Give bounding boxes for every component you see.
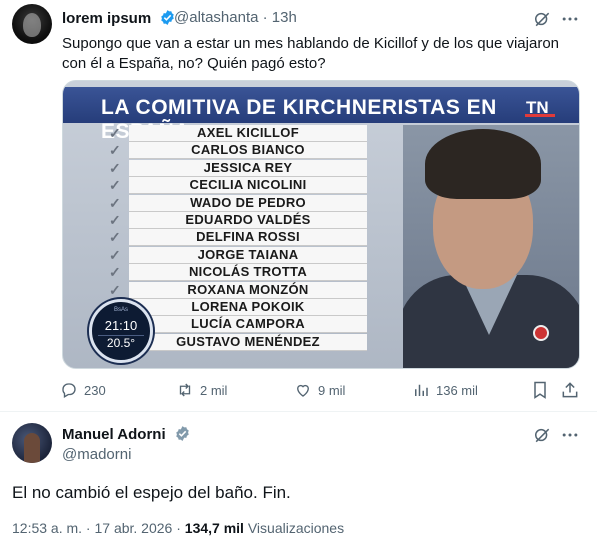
- clock-temperature: 20.5°: [98, 335, 144, 350]
- like-count: 9 mil: [318, 382, 346, 398]
- avatar-face: [23, 13, 41, 37]
- check-icon: ✓: [108, 177, 122, 194]
- views-icon: [415, 384, 428, 396]
- avatar-figure: [24, 433, 40, 463]
- name-text: ROXANA MONZÓN: [187, 281, 309, 297]
- name-row: ✓ AXEL KICILLOF: [109, 125, 367, 142]
- reply-author-name[interactable]: Manuel Adorni: [62, 425, 191, 443]
- retweet-button[interactable]: 2 mil: [176, 381, 227, 399]
- author-avatar[interactable]: [12, 4, 52, 44]
- tweet-time[interactable]: 13h: [272, 9, 297, 26]
- name-row: ✓ EDUARDO VALDÉS: [109, 212, 367, 229]
- name-text: JORGE TAIANA: [197, 246, 299, 262]
- tweet-media[interactable]: LA COMITIVA DE KIRCHNERISTAS EN ESPAÑA T…: [62, 80, 580, 369]
- name-text: LORENA POKOIK: [191, 299, 305, 314]
- person-photo: [403, 125, 579, 368]
- reply-author-handle[interactable]: @madorni: [62, 446, 131, 463]
- name-text: GUSTAVO MENÉNDEZ: [176, 333, 320, 349]
- clock-time: 21:10: [104, 318, 138, 333]
- name-row: ✓ ROXANA MONZÓN: [109, 281, 367, 299]
- check-icon: ✓: [108, 194, 122, 211]
- reply-meta: 12:53 a. m. · 17 abr. 2026 · 134,7 mil V…: [12, 520, 344, 536]
- like-button[interactable]: 9 mil: [294, 381, 345, 399]
- check-icon: ✓: [108, 229, 122, 246]
- name-text: NICOLÁS TROTTA: [188, 264, 308, 280]
- name-row: ✓GUSTAVO MENÉNDEZ: [109, 333, 367, 351]
- name-text: LUCÍA CAMPORA: [191, 316, 305, 332]
- reply-button[interactable]: 230: [60, 381, 106, 399]
- more-icon[interactable]: [560, 425, 580, 445]
- verified-badge-icon: [176, 426, 189, 441]
- tv-clock: BsAs 21:10 20.5°: [89, 299, 153, 363]
- reply-views-label: Visualizaciones: [243, 520, 345, 536]
- retweet-count: 2 mil: [200, 382, 228, 398]
- views-count: 136 mil: [436, 382, 478, 398]
- like-icon: [297, 384, 309, 397]
- grok-icon[interactable]: [532, 9, 552, 29]
- views-button[interactable]: 136 mil: [412, 381, 478, 399]
- check-icon: ✓: [108, 142, 122, 159]
- author-handle[interactable]: @altashanta · 13h: [174, 9, 297, 26]
- name-row: ✓ JORGE TAIANA: [109, 246, 367, 264]
- reply-text: El no cambió el espejo del baño. Fin.: [12, 483, 291, 502]
- tweet-divider: [0, 411, 597, 412]
- clock-location: BsAs: [113, 307, 128, 313]
- name-text: AXEL KICILLOF: [197, 125, 299, 140]
- name-row: ✓LORENA POKOIK: [109, 299, 367, 316]
- lapel-pin: [533, 325, 549, 341]
- reply-views-count: 134,7 mil: [184, 520, 244, 536]
- name-row: ✓ CECILIA NICOLINI: [109, 177, 367, 195]
- retweet-icon: [179, 383, 191, 397]
- name-text: CECILIA NICOLINI: [189, 177, 307, 193]
- media-banner: LA COMITIVA DE KIRCHNERISTAS EN ESPAÑA T…: [63, 87, 579, 143]
- share-icon[interactable]: [560, 380, 580, 400]
- name-row: ✓ WADO DE PEDRO: [109, 194, 367, 212]
- reply-author-name-text: Manuel Adorni: [62, 426, 166, 443]
- name-row: ✓LUCÍA CAMPORA: [109, 316, 367, 334]
- check-icon: ✓: [108, 125, 122, 141]
- reply-icon: [62, 383, 76, 398]
- grok-icon[interactable]: [532, 425, 552, 445]
- name-text: DELFINA ROSSI: [196, 229, 300, 245]
- names-list: ✓ AXEL KICILLOF ✓ CARLOS BIANCO ✓ JESSICA REY…: [109, 125, 367, 351]
- check-icon: ✓: [108, 281, 122, 298]
- meta-separator: ·: [172, 520, 185, 536]
- name-row: ✓ NICOLÁS TROTTA: [109, 264, 367, 282]
- name-text: WADO DE PEDRO: [190, 194, 306, 210]
- check-icon: ✓: [108, 246, 122, 263]
- name-text: JESSICA REY: [203, 159, 293, 175]
- author-name[interactable]: lorem ipsum: [62, 9, 176, 27]
- tn-logo-icon: TN: [525, 98, 555, 117]
- check-icon: ✓: [108, 264, 122, 281]
- bookmark-icon[interactable]: [530, 380, 550, 400]
- author-name-text: lorem ipsum: [62, 10, 152, 27]
- photo-hair: [425, 129, 541, 199]
- handle-text: @altashanta: [174, 9, 259, 26]
- check-icon: ✓: [108, 159, 122, 176]
- reply-author-avatar[interactable]: [12, 423, 52, 463]
- reply-count: 230: [84, 382, 106, 398]
- dot-separator: ·: [262, 9, 268, 26]
- name-row: ✓ DELFINA ROSSI: [109, 229, 367, 247]
- name-row: ✓ CARLOS BIANCO: [109, 142, 367, 160]
- tweet-text: Supongo que van a estar un mes hablando …: [62, 35, 559, 72]
- check-icon: ✓: [108, 212, 122, 228]
- name-text: CARLOS BIANCO: [191, 142, 305, 158]
- more-icon[interactable]: [560, 9, 580, 29]
- reply-timestamp[interactable]: 12:53 a. m. · 17 abr. 2026: [12, 520, 172, 536]
- name-text: EDUARDO VALDÉS: [185, 212, 311, 227]
- name-row: ✓ JESSICA REY: [109, 159, 367, 177]
